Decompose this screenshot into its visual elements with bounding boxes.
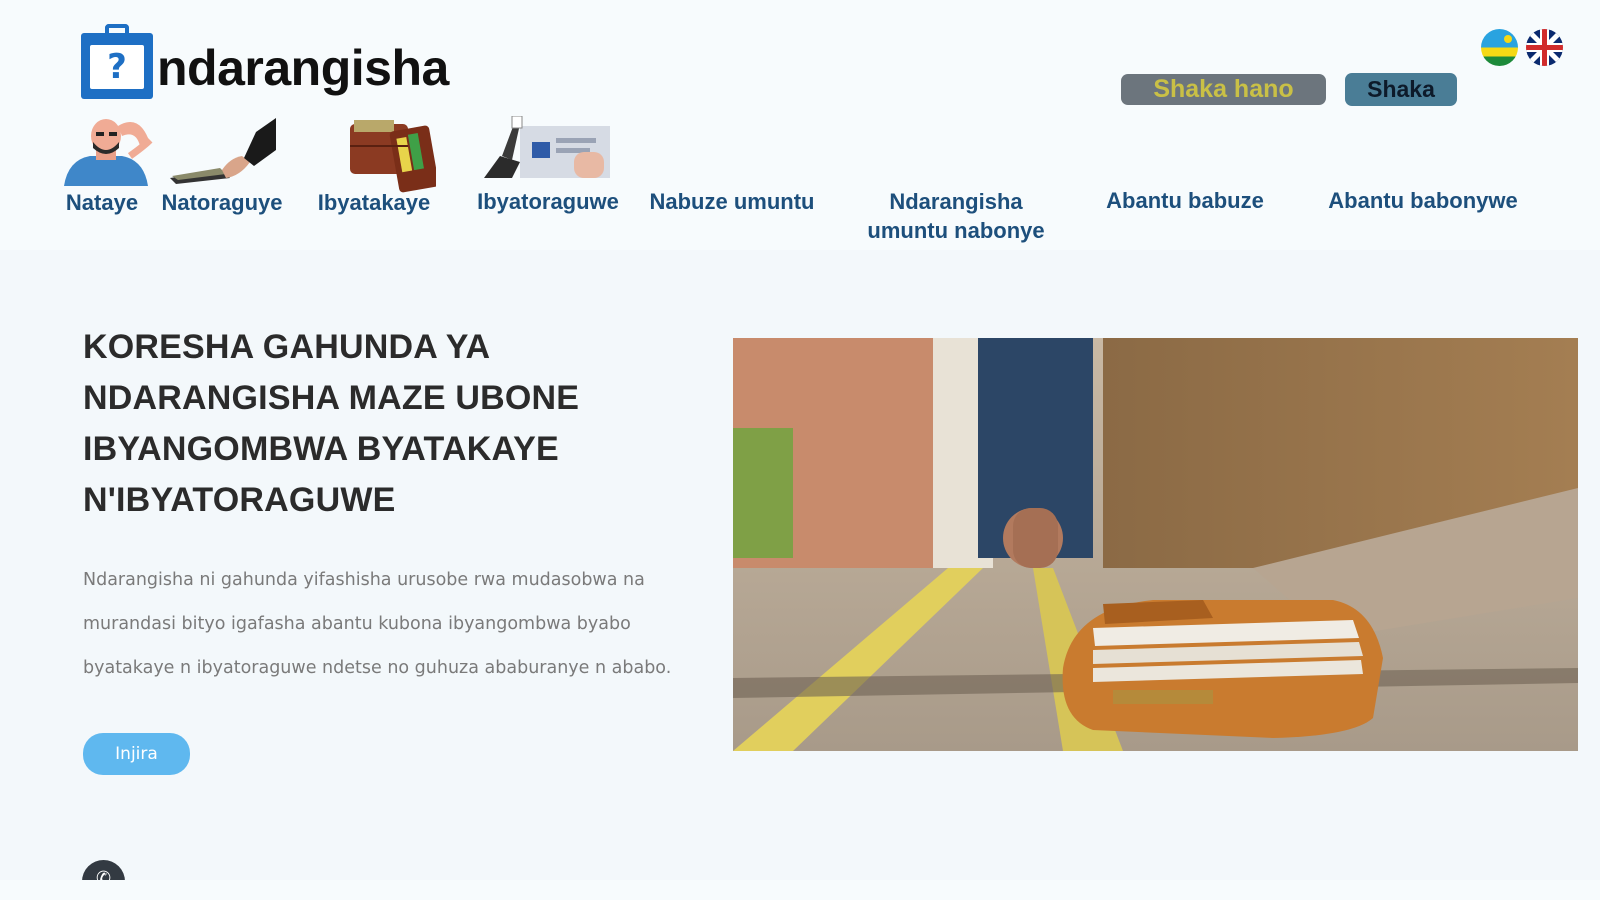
- nav-item-ibyatakaye[interactable]: Ibyatakaye: [306, 188, 442, 217]
- rwanda-flag-icon[interactable]: [1481, 29, 1518, 66]
- confused-person-icon: [64, 119, 153, 186]
- hero-description: Ndarangisha ni gahunda yifashisha urusob…: [83, 570, 672, 678]
- site-logo[interactable]: ? ndarangisha: [81, 24, 449, 99]
- nav-item-natoraguye[interactable]: Natoraguye: [152, 188, 292, 217]
- wallet-icon: [350, 120, 436, 193]
- uk-flag-icon[interactable]: [1526, 29, 1563, 66]
- lost-wallet-photo: [733, 338, 1578, 751]
- nav-item-nataye[interactable]: Nataye: [56, 188, 148, 217]
- nav-item-abantu-babonywe[interactable]: Abantu babonywe: [1312, 186, 1534, 215]
- briefcase-question-icon: ?: [81, 24, 153, 99]
- nav-item-abantu-babuze[interactable]: Abantu babuze: [1092, 186, 1278, 215]
- nav-item-ndarangisha-umuntu-nabonye[interactable]: Ndarangisha umuntu nabonye: [848, 187, 1064, 245]
- footer-strip: [0, 880, 1600, 900]
- hero-title: KORESHA GAHUNDA YA NDARANGISHA MAZE UBON…: [83, 328, 580, 519]
- nav-item-nabuze-umuntu[interactable]: Nabuze umuntu: [636, 187, 828, 216]
- enter-button[interactable]: Injira: [83, 733, 190, 775]
- search-here-button[interactable]: Shaka hano: [1121, 74, 1326, 105]
- nav-item-ibyatoraguwe[interactable]: Ibyatoraguwe: [466, 187, 630, 216]
- hand-wallet-icon: [170, 118, 276, 184]
- id-card-icon: [484, 116, 610, 178]
- logo-text: ndarangisha: [157, 40, 449, 96]
- search-button[interactable]: Shaka: [1345, 73, 1457, 106]
